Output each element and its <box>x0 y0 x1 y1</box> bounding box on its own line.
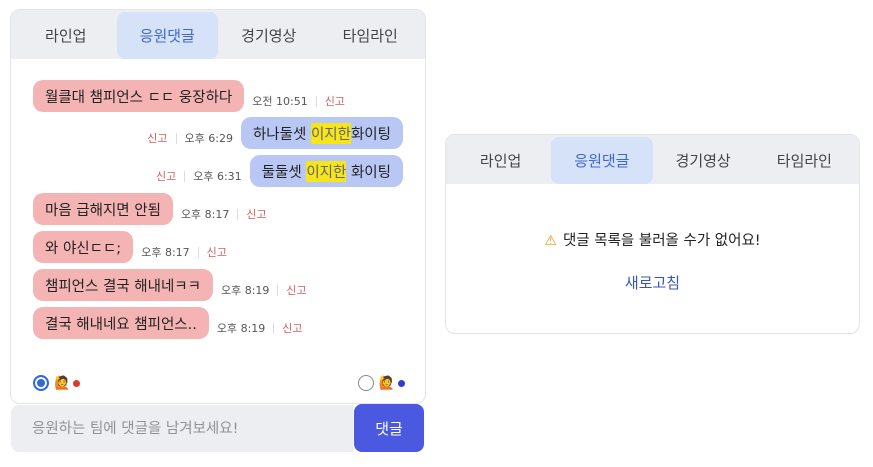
message-meta: 신고 오후 6:31 <box>156 168 242 184</box>
tab-bar: 라인업 응원댓글 경기영상 타임라인 <box>11 10 425 59</box>
message-meta: 신고 오후 6:29 <box>147 130 233 146</box>
list-item: 와 야신ㄷㄷ; 오후 8:17 신고 <box>33 231 227 263</box>
report-link[interactable]: 신고 <box>246 206 266 222</box>
error-message: ⚠ 댓글 목록을 불러올 수가 없어요! <box>446 229 859 250</box>
message-bubble: 챔피언스 결국 해내네ㅋㅋ <box>33 269 213 301</box>
message-meta: 오후 8:19 신고 <box>221 282 307 298</box>
tab-cheer-comments[interactable]: 응원댓글 <box>116 12 218 59</box>
list-item: 결국 해내네요 챔피언스.. 오후 8:19 신고 <box>33 307 303 339</box>
message-bubble: 와 야신ㄷㄷ; <box>33 231 134 263</box>
tab-match-video[interactable]: 경기영상 <box>218 12 320 59</box>
highlighted-text: 이지한 <box>306 160 347 182</box>
chat-list[interactable]: 월클대 챔피언스 ㄷㄷ 웅장하다 오전 10:51 신고 신고 오후 6:29 … <box>11 59 425 405</box>
divider <box>175 132 177 144</box>
tab-bar: 라인업 응원댓글 경기영상 타임라인 <box>446 135 859 184</box>
report-link[interactable]: 신고 <box>207 244 227 260</box>
report-link[interactable]: 신고 <box>147 130 167 146</box>
message-meta: 오후 8:17 신고 <box>181 206 267 222</box>
message-time: 오후 6:31 <box>193 170 242 183</box>
team-radio-left[interactable] <box>33 375 49 391</box>
team-select-right[interactable]: 🙋 <box>357 375 405 391</box>
list-item: 마음 급해지면 안됨 오후 8:17 신고 <box>33 193 267 225</box>
report-link[interactable]: 신고 <box>286 282 306 298</box>
message-time: 오후 8:19 <box>216 322 266 335</box>
message-time: 오후 8:19 <box>220 284 270 297</box>
message-time: 오후 8:17 <box>180 208 230 221</box>
comments-panel: 라인업 응원댓글 경기영상 타임라인 월클대 챔피언스 ㄷㄷ 웅장하다 오전 1… <box>10 9 426 404</box>
divider <box>184 170 186 182</box>
tab-lineup[interactable]: 라인업 <box>450 137 551 184</box>
list-item: 월클대 챔피언스 ㄷㄷ 웅장하다 오전 10:51 신고 <box>33 80 345 112</box>
message-bubble: 결국 해내네요 챔피언스.. <box>33 307 209 339</box>
message-meta: 오후 8:19 신고 <box>217 320 303 336</box>
message-text: 화이팅 <box>350 126 391 143</box>
divider <box>197 246 199 258</box>
error-text: 댓글 목록을 불러올 수가 없어요! <box>562 233 761 249</box>
highlighted-text: 이지한 <box>310 122 351 144</box>
tab-match-video[interactable]: 경기영상 <box>653 137 754 184</box>
list-item: 신고 오후 6:29 하나둘셋 이지한 화이팅 <box>147 117 403 149</box>
comments-error-panel: 라인업 응원댓글 경기영상 타임라인 ⚠ 댓글 목록을 불러올 수가 없어요! 새… <box>445 134 860 334</box>
cheer-icon: 🙋 <box>378 375 395 391</box>
tab-lineup[interactable]: 라인업 <box>15 12 117 59</box>
submit-comment-button[interactable]: 댓글 <box>354 404 424 452</box>
report-link[interactable]: 신고 <box>156 168 176 184</box>
divider <box>315 95 317 107</box>
message-bubble: 월클대 챔피언스 ㄷㄷ 웅장하다 <box>33 80 245 112</box>
message-bubble: 하나둘셋 이지한 화이팅 <box>240 117 403 149</box>
divider <box>277 284 279 296</box>
red-team-dot <box>73 379 81 387</box>
warning-icon: ⚠ <box>544 233 557 249</box>
message-text: 하나둘셋 <box>252 126 311 143</box>
message-meta: 오후 8:17 신고 <box>141 244 227 260</box>
message-time: 오후 8:17 <box>141 246 190 259</box>
message-text: 화이팅 <box>346 164 391 181</box>
cheer-icon: 🙋 <box>54 375 71 391</box>
report-link[interactable]: 신고 <box>325 93 345 109</box>
tab-cheer-comments[interactable]: 응원댓글 <box>551 137 653 184</box>
team-select-left[interactable]: 🙋 <box>33 375 81 391</box>
list-item: 신고 오후 6:31 둘둘셋 이지한 화이팅 <box>156 155 403 187</box>
message-text: 둘둘셋 <box>261 164 307 181</box>
message-time: 오전 10:51 <box>252 95 308 108</box>
message-meta: 오전 10:51 신고 <box>252 93 345 109</box>
tab-timeline[interactable]: 타임라인 <box>320 12 422 59</box>
divider <box>273 322 275 334</box>
refresh-button[interactable]: 새로고침 <box>446 272 859 293</box>
comment-input[interactable] <box>11 405 353 452</box>
team-radio-right[interactable] <box>357 375 374 391</box>
tab-timeline[interactable]: 타임라인 <box>754 137 855 184</box>
blue-team-dot <box>398 379 405 387</box>
message-bubble: 둘둘셋 이지한 화이팅 <box>249 155 403 187</box>
divider <box>237 208 239 220</box>
error-state: ⚠ 댓글 목록을 불러올 수가 없어요! 새로고침 <box>446 184 859 334</box>
list-item: 챔피언스 결국 해내네ㅋㅋ 오후 8:19 신고 <box>33 269 307 301</box>
message-time: 오후 6:29 <box>184 132 233 145</box>
report-link[interactable]: 신고 <box>282 320 302 336</box>
message-bubble: 마음 급해지면 안됨 <box>33 193 173 225</box>
